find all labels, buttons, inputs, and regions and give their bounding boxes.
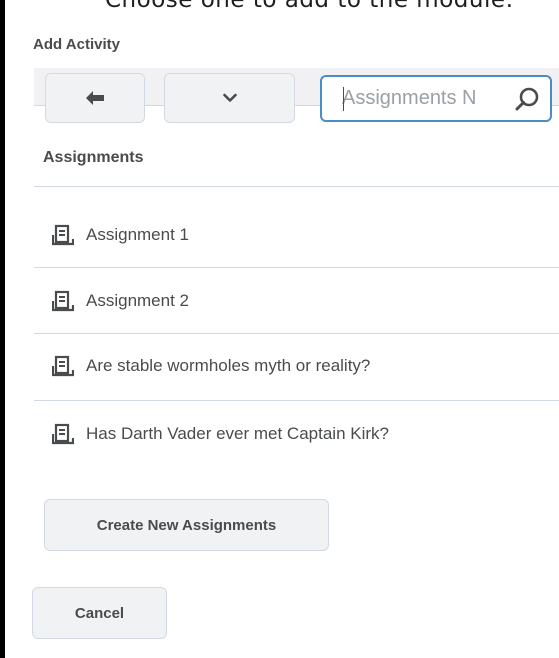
divider <box>34 186 559 187</box>
divider <box>34 267 559 268</box>
section-heading: Assignments <box>43 149 144 166</box>
search-icon[interactable] <box>514 86 540 112</box>
arrow-left-icon <box>86 91 104 105</box>
list-item-label: Has Darth Vader ever met Captain Kirk? <box>86 424 389 443</box>
list-item-label: Assignment 2 <box>86 291 189 310</box>
back-button[interactable] <box>45 73 145 123</box>
activity-toolbar <box>34 68 559 123</box>
options-dropdown-button[interactable] <box>164 73 295 123</box>
list-item-label: Assignment 1 <box>86 225 189 244</box>
search-input[interactable] <box>340 86 514 111</box>
chevron-down-icon <box>222 93 237 102</box>
window-left-edge <box>0 0 5 658</box>
assignment-icon <box>52 355 74 377</box>
divider <box>34 400 559 401</box>
divider <box>34 333 559 334</box>
assignment-icon <box>52 423 74 445</box>
list-item[interactable]: Assignment 1 <box>52 220 189 250</box>
dialog-title: Add Activity <box>33 36 120 53</box>
partially-hidden-link <box>138 563 559 575</box>
list-item-label: Are stable wormholes myth or reality? <box>86 356 371 375</box>
list-item[interactable]: Are stable wormholes myth or reality? <box>52 351 370 381</box>
create-new-assignments-button[interactable]: Create New Assignments <box>44 499 329 551</box>
cancel-button[interactable]: Cancel <box>32 587 167 639</box>
assignment-icon <box>52 290 74 312</box>
text-cursor <box>343 87 344 111</box>
search-box <box>320 75 552 122</box>
list-item[interactable]: Assignment 2 <box>52 286 189 316</box>
list-item[interactable]: Has Darth Vader ever met Captain Kirk? <box>52 419 389 449</box>
assignment-icon <box>52 224 74 246</box>
background-instruction-text: Choose one to add to the module: <box>105 0 514 13</box>
